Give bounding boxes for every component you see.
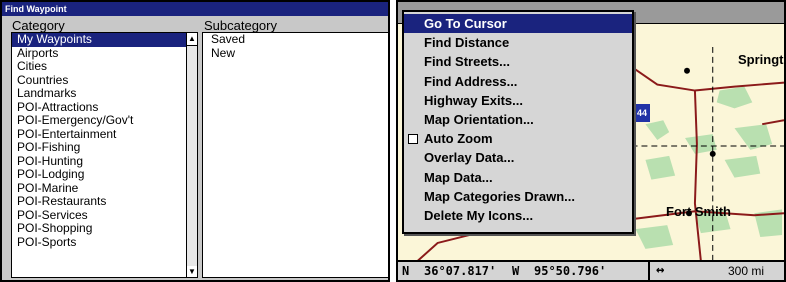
latitude-value: 36°07.817' xyxy=(424,264,497,278)
menu-item-label: Map Orientation... xyxy=(424,111,534,127)
menu-item-label: Map Data... xyxy=(424,169,493,185)
category-item[interactable]: Countries xyxy=(12,73,197,88)
lon-hemisphere: W xyxy=(512,264,520,278)
window-title: Find Waypoint xyxy=(2,2,388,16)
town-dot xyxy=(684,67,690,74)
scroll-thumb[interactable] xyxy=(187,45,197,267)
map-green-area xyxy=(685,134,717,154)
map-label-springt: Springt xyxy=(738,52,784,67)
category-item[interactable]: Landmarks xyxy=(12,86,197,101)
map-green-area xyxy=(645,120,670,141)
map-green-area xyxy=(724,155,761,178)
map-label-fort-smith: Fort Smith xyxy=(666,204,731,219)
category-item[interactable]: POI-Lodging xyxy=(12,167,197,182)
category-item[interactable]: POI-Restaurants xyxy=(12,194,197,209)
menu-item[interactable]: Find Streets... xyxy=(404,52,632,71)
menu-item[interactable]: Find Address... xyxy=(404,72,632,91)
map-green-area xyxy=(635,225,674,249)
category-item[interactable]: POI-Hunting xyxy=(12,154,197,169)
map-context-menu: Go To Cursor Find Distance Find Streets...… xyxy=(402,10,634,234)
town-dot xyxy=(709,150,716,157)
map-scale: 300 mi xyxy=(728,264,765,278)
category-item[interactable]: POI-Shopping xyxy=(12,221,197,236)
category-item[interactable]: POI-Entertainment xyxy=(12,127,197,142)
category-item[interactable]: POI-Fishing xyxy=(12,140,197,155)
longitude-value: 95°50.796' xyxy=(534,264,607,278)
menu-item-label: Find Distance xyxy=(424,35,510,51)
scroll-down-arrow-icon[interactable]: ▼ xyxy=(187,266,197,277)
category-item[interactable]: POI-Emergency/Gov't xyxy=(12,113,197,128)
menu-item[interactable]: Highway Exits... xyxy=(404,91,632,110)
menu-item-label: Find Streets... xyxy=(424,54,510,70)
status-bar: N 36°07.817' W 95°50.796' ↔ 300 mi xyxy=(398,260,784,280)
auto-zoom-checkbox[interactable] xyxy=(408,134,418,145)
scroll-up-arrow-icon[interactable]: ▲ xyxy=(187,33,197,44)
menu-item-label: Find Address... xyxy=(424,73,518,89)
menu-item-label: Map Categories Drawn... xyxy=(424,188,575,204)
menu-item[interactable]: Go To Cursor xyxy=(404,14,632,34)
find-waypoint-window: Find Waypoint Category Subcategory My Wa… xyxy=(0,0,390,282)
menu-item[interactable]: Map Categories Drawn... xyxy=(404,187,632,206)
category-item[interactable]: Airports xyxy=(12,46,197,61)
subcategory-item[interactable]: New xyxy=(203,46,388,61)
menu-item[interactable]: Map Orientation... xyxy=(404,110,632,129)
subcategory-list[interactable]: Saved New xyxy=(202,32,389,278)
subcategory-item[interactable]: Saved xyxy=(203,32,388,47)
map-road xyxy=(693,90,702,261)
menu-item[interactable]: Overlay Data... xyxy=(404,148,632,167)
map-window: Springt Fort Smith 44 Go To Cursor Find D… xyxy=(396,0,786,282)
map-road xyxy=(631,65,784,92)
map-green-area xyxy=(645,155,676,180)
category-item[interactable]: POI-Sports xyxy=(12,235,197,250)
menu-item-label: Auto Zoom xyxy=(424,131,493,147)
highway-shield-number: 44 xyxy=(636,108,647,118)
category-item[interactable]: My Waypoints xyxy=(12,33,197,47)
menu-item-label: Go To Cursor xyxy=(424,16,507,31)
map-road xyxy=(417,232,478,262)
zoom-range-arrow-icon: ↔ xyxy=(656,262,665,278)
category-item[interactable]: Cities xyxy=(12,59,197,74)
category-scrollbar[interactable]: ▲ ▼ xyxy=(186,33,197,277)
category-item[interactable]: POI-Services xyxy=(12,208,197,223)
status-separator xyxy=(648,262,650,280)
menu-item-label: Overlay Data... xyxy=(424,150,515,166)
category-item[interactable]: POI-Marine xyxy=(12,181,197,196)
lat-hemisphere: N xyxy=(402,264,410,278)
category-item[interactable]: POI-Attractions xyxy=(12,100,197,115)
map-green-area xyxy=(716,86,753,109)
menu-item[interactable]: Delete My Icons... xyxy=(404,206,632,225)
category-header: Category xyxy=(12,18,65,33)
menu-item-label: Delete My Icons... xyxy=(424,207,534,223)
menu-item[interactable]: Auto Zoom xyxy=(404,129,632,148)
highway-shield-icon: 44 xyxy=(634,104,650,122)
menu-item[interactable]: Map Data... xyxy=(404,168,632,187)
menu-item-label: Highway Exits... xyxy=(424,92,523,108)
menu-item[interactable]: Find Distance xyxy=(404,33,632,52)
category-list[interactable]: My Waypoints Airports Cities Countries Landm… xyxy=(11,32,198,278)
subcategory-header: Subcategory xyxy=(204,18,277,33)
map-road xyxy=(762,119,784,126)
